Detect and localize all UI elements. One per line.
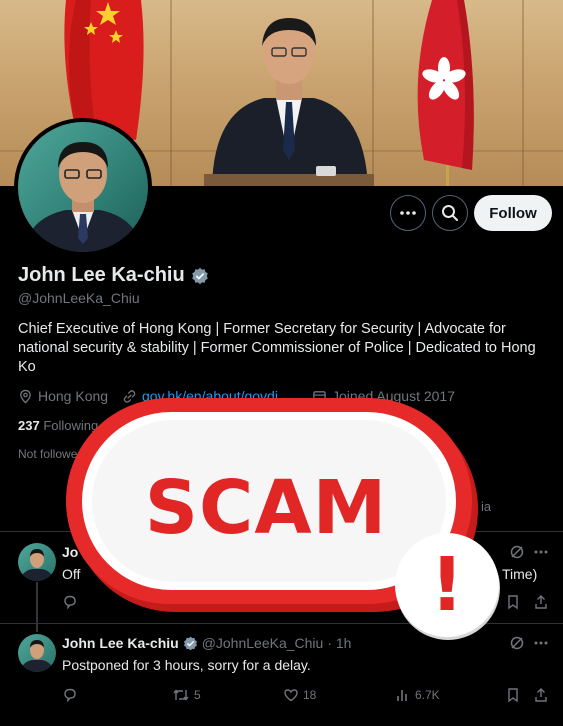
grok-button[interactable] [509, 544, 525, 560]
profile-avatar[interactable] [14, 118, 152, 256]
views-button[interactable]: 6.7K [395, 687, 440, 703]
wall-panel-seam [170, 0, 172, 186]
share-button[interactable] [533, 594, 549, 610]
verified-badge-icon[interactable] [191, 267, 209, 285]
thread-connector [36, 582, 38, 632]
views-count: 6.7K [415, 688, 440, 702]
tweet-author-handle[interactable]: @JohnLeeKa_Chiu [202, 635, 324, 651]
share-icon [535, 595, 547, 609]
exclamation-icon: ! [430, 542, 464, 628]
avatar-photo [18, 122, 148, 252]
profile-name-row: John Lee Ka-chiu [18, 264, 209, 287]
tweet-header: John Lee Ka-chiu @JohnLeeKa_Chiu · 1h [62, 635, 351, 651]
bookmark-button[interactable] [505, 687, 521, 703]
like-button[interactable]: 18 [283, 687, 316, 703]
tweet-text: Postponed for 3 hours, sorry for a delay… [62, 657, 311, 673]
alert-badge: ! [392, 530, 502, 640]
tweet-text-end: Time) [502, 566, 538, 582]
profile-name: John Lee Ka-chiu [18, 264, 185, 286]
tweet-avatar-portrait [20, 640, 54, 672]
reply-button[interactable] [62, 687, 78, 703]
wall-panel-seam [522, 0, 524, 186]
profile-handle: @JohnLeeKa_Chiu [18, 290, 140, 306]
follow-button[interactable]: Follow [474, 195, 552, 231]
heart-icon [284, 689, 298, 702]
location-pin-icon [20, 389, 31, 403]
retweet-button[interactable]: 5 [172, 687, 201, 703]
profile-bio: Chief Executive of Hong Kong | Former Se… [18, 321, 536, 375]
grok-button[interactable] [509, 635, 525, 651]
search-button[interactable] [432, 195, 468, 231]
tweet-more-button[interactable] [533, 544, 549, 560]
more-button[interactable] [390, 195, 426, 231]
tweet-author-name[interactable]: John Lee Ka-chiu [62, 635, 179, 651]
avatar-portrait [24, 142, 142, 252]
bookmark-button[interactable] [505, 594, 521, 610]
more-horizontal-icon [534, 550, 548, 554]
retweet-icon [173, 689, 189, 701]
following-count: 237 [18, 418, 40, 433]
search-icon [442, 205, 458, 221]
share-button[interactable] [533, 687, 549, 703]
grok-icon [510, 545, 524, 559]
speaker-figure [204, 18, 374, 186]
like-count: 18 [303, 688, 317, 702]
bookmark-icon [508, 688, 518, 703]
reply-icon [64, 688, 76, 703]
more-horizontal-icon [400, 211, 416, 215]
more-horizontal-icon [534, 641, 548, 645]
tweet-time[interactable]: · 1h [327, 635, 351, 651]
hong-kong-flag-icon [417, 0, 474, 170]
share-icon [535, 688, 547, 702]
bookmark-icon [508, 595, 518, 610]
tweet-avatar[interactable] [18, 634, 56, 672]
tweet-avatar[interactable] [18, 543, 56, 581]
analytics-icon [397, 690, 407, 701]
tweet-avatar-portrait [20, 549, 54, 581]
verified-badge-icon[interactable] [183, 636, 198, 651]
retweet-count: 5 [194, 688, 201, 702]
tweet-more-button[interactable] [533, 635, 549, 651]
grok-icon [510, 636, 524, 650]
